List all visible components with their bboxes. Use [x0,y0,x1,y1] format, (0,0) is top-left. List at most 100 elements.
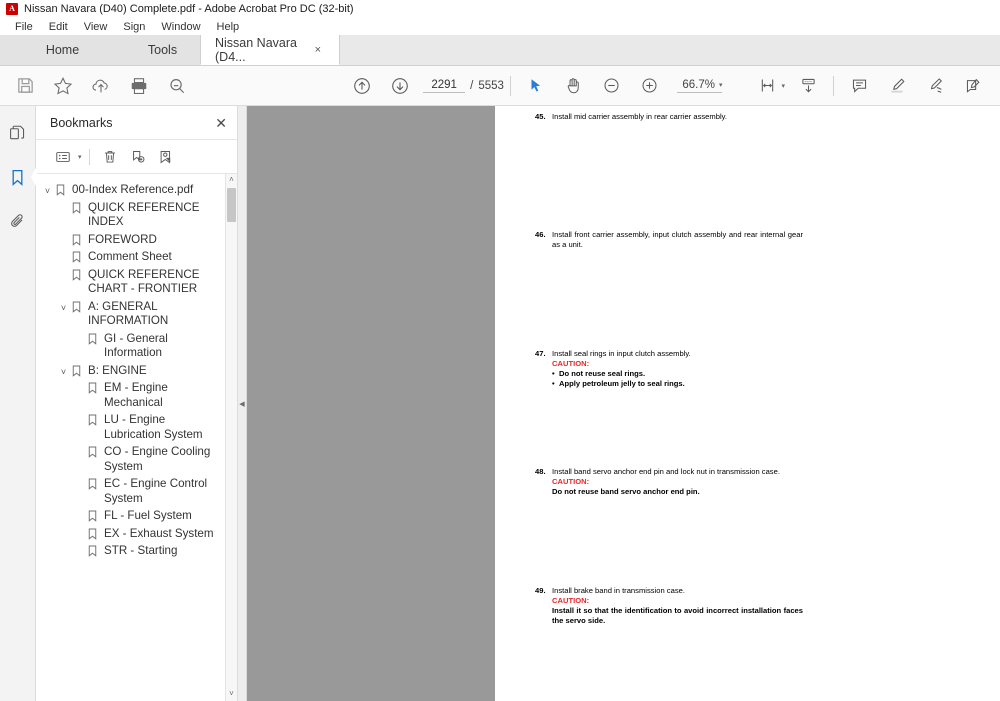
page-thumbnails-icon[interactable] [3,118,33,148]
tab-document[interactable]: Nissan Navara (D4... × [200,35,340,65]
add-comment-button[interactable] [840,67,878,105]
window-title: Nissan Navara (D40) Complete.pdf - Adobe… [24,3,354,15]
highlight-text-button[interactable] [878,67,916,105]
bookmark-item-label: QUICK REFERENCE INDEX [88,200,200,229]
toolbar-divider-1 [509,75,511,96]
pdf-page: 45. Install mid carrier assembly in rear… [495,106,1000,701]
bookmark-item[interactable]: ˅ 00-Index Reference.pdf [36,181,237,199]
collapse-arrow-icon: ◀ [239,400,245,408]
close-icon[interactable]: × [315,44,321,56]
menu-view[interactable]: View [77,20,115,34]
fill-and-sign-button[interactable] [954,67,992,105]
favorite-star-button[interactable] [44,67,82,105]
step-45: 45. Install mid carrier assembly in rear… [535,112,803,122]
bookmarks-panel: Bookmarks ✕ ▾ ˅ 00-Index Reference.pdf Q… [36,106,238,701]
fit-chevron-down-icon[interactable]: ▾ [781,82,785,90]
select-tool-button[interactable] [517,67,555,105]
toolbar-divider-2 [833,75,834,96]
scroll-up-icon[interactable]: ˄ [229,174,234,187]
bookmark-item[interactable]: FOREWORD [36,231,237,249]
find-button[interactable] [158,67,196,105]
bookmark-item-label: A: GENERAL INFORMATION [88,299,169,328]
bookmark-item[interactable]: ˅ B: ENGINE [36,362,237,380]
menu-sign[interactable]: Sign [116,20,152,34]
bookmark-item[interactable]: EM - Engine Mechanical [36,379,237,411]
menu-help[interactable]: Help [210,20,247,34]
bookmark-item-label: FOREWORD [88,232,157,246]
bookmark-twisty-spacer [72,380,87,384]
save-button[interactable] [6,67,44,105]
bookmark-item[interactable]: EC - Engine Control System [36,475,237,507]
scroll-down-icon[interactable]: ˅ [229,688,234,701]
bookmark-item[interactable]: QUICK REFERENCE CHART - FRONTIER [36,266,237,298]
chevron-down-icon[interactable]: ˅ [56,299,71,313]
bookmark-item-label: GI - General Information [104,331,168,360]
bookmark-item[interactable]: Comment Sheet [36,248,237,266]
bookmark-icon [87,331,104,345]
bookmark-twisty-spacer [56,249,71,253]
page-scrolling-button[interactable] [789,67,827,105]
bookmark-item[interactable]: LU - Engine Lubrication System [36,411,237,443]
scrollbar-thumb[interactable] [227,188,236,222]
previous-page-button[interactable] [343,67,381,105]
bookmark-item[interactable]: ˅ A: GENERAL INFORMATION [36,298,237,330]
bookmarks-icon[interactable] [3,162,37,192]
bookmarks-tree[interactable]: ˅ 00-Index Reference.pdf QUICK REFERENCE I… [36,174,237,701]
bookmark-options-icon[interactable] [50,144,76,170]
bookmark-icon [87,543,104,557]
bookmark-twisty-spacer [72,508,87,512]
navigation-rail [0,106,37,701]
zoom-out-button[interactable] [593,67,631,105]
bookmark-item[interactable]: CO - Engine Cooling System [36,443,237,475]
bookmark-item[interactable]: QUICK REFERENCE INDEX [36,199,237,231]
bookmark-twisty-spacer [56,200,71,204]
bookmark-item-label: CO - Engine Cooling System [104,445,211,473]
page-gray-region [247,106,495,701]
bookmark-item-label: LU - Engine Lubrication System [104,413,203,441]
step-48-text: Install band servo anchor end pin and lo… [552,467,780,476]
tag-bookmark-icon[interactable] [153,144,179,170]
panel-collapse-handle[interactable]: ◀ [238,106,247,701]
tab-home[interactable]: Home [0,35,125,65]
step-48: 48. Install band servo anchor end pin an… [535,467,803,497]
next-page-button[interactable] [381,67,419,105]
bookmark-item-label: Comment Sheet [88,250,172,263]
acrobat-window: A Nissan Navara (D40) Complete.pdf - Ado… [0,0,1000,701]
bookmark-item[interactable]: GI - General Information [36,330,237,362]
upload-cloud-button[interactable] [82,67,120,105]
menu-window[interactable]: Window [154,20,207,34]
bookmark-item[interactable]: STR - Starting [36,542,237,560]
zoom-level-selector[interactable]: 66.7% ▾ [676,78,723,93]
sign-document-button[interactable] [916,67,954,105]
bookmark-options-chevron-icon[interactable]: ▾ [78,153,82,161]
document-viewer[interactable]: 45. Install mid carrier assembly in rear… [247,106,1000,701]
bookmarks-scrollbar[interactable]: ˄ ˅ [225,174,237,701]
step-46: 46. Install front carrier assembly, inpu… [535,230,803,250]
hand-tool-button[interactable] [555,67,593,105]
zoom-level-value: 66.7% [682,78,715,91]
step-47-text: Install seal rings in input clutch assem… [552,349,691,358]
chevron-down-icon[interactable]: ˅ [56,363,71,377]
close-panel-icon[interactable]: ✕ [215,116,227,130]
tab-tools[interactable]: Tools [125,35,200,65]
bookmark-icon [87,380,104,394]
bookmarks-panel-title: Bookmarks [50,115,113,130]
page-number-input[interactable] [423,78,466,93]
attachments-icon[interactable] [3,206,33,236]
chevron-down-icon[interactable]: ˅ [40,182,55,196]
bookmark-icon [87,476,104,490]
bookmark-item[interactable]: FL - Fuel System [36,507,237,525]
menu-file[interactable]: File [8,20,40,34]
bookmark-twisty-spacer [72,476,87,480]
page-total-count: 5553 [478,79,504,92]
bookmark-item[interactable]: EX - Exhaust System [36,525,237,543]
main-body: Bookmarks ✕ ▾ ˅ 00-Index Reference.pdf Q… [0,106,1000,701]
bookmark-item-label: FL - Fuel System [104,509,192,522]
print-button[interactable] [120,67,158,105]
bookmark-icon [87,412,104,426]
step-47-bullets: Do not reuse seal rings. Apply petroleum… [552,369,691,389]
menu-edit[interactable]: Edit [42,20,75,34]
zoom-in-button[interactable] [631,67,669,105]
new-bookmark-icon[interactable] [125,144,151,170]
delete-bookmark-icon[interactable] [97,144,123,170]
